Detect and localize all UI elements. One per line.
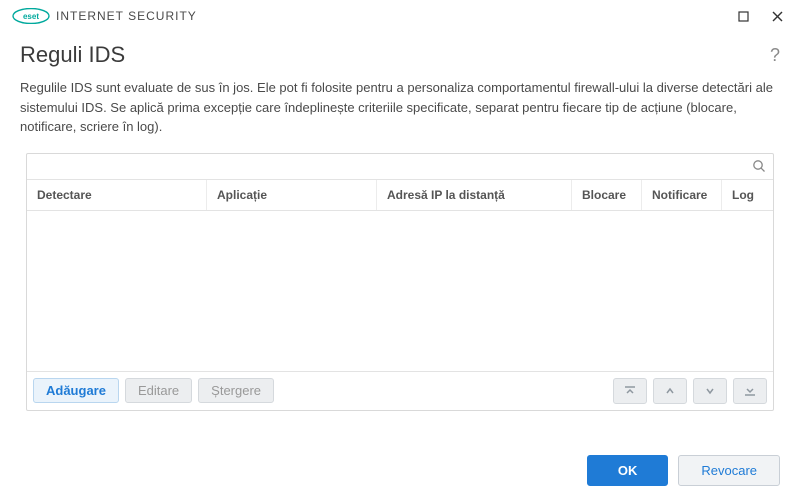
panel-footer: Adăugare Editare Ștergere [27,371,773,410]
product-name: INTERNET SECURITY [56,9,197,23]
page-title: Reguli IDS [20,42,125,68]
help-icon[interactable]: ? [770,45,780,66]
move-up-button[interactable] [653,378,687,404]
column-header-detect[interactable]: Detectare [27,180,207,210]
search-input[interactable] [27,159,745,173]
move-down-button[interactable] [693,378,727,404]
edit-button: Editare [125,378,192,403]
brand: eset INTERNET SECURITY [12,8,197,24]
svg-text:eset: eset [23,12,39,21]
ok-button[interactable]: OK [587,455,669,486]
column-header-log[interactable]: Log [722,180,773,210]
move-top-button[interactable] [613,378,647,404]
table-header: Detectare Aplicație Adresă IP la distanț… [27,180,773,211]
move-bottom-button[interactable] [733,378,767,404]
search-icon[interactable] [745,159,773,173]
cancel-button[interactable]: Revocare [678,455,780,486]
dialog-footer: OK Revocare [587,455,780,486]
add-button[interactable]: Adăugare [33,378,119,403]
rules-panel: Detectare Aplicație Adresă IP la distanț… [26,153,774,411]
brand-logo-icon: eset [12,8,50,24]
page-description: Regulile IDS sunt evaluate de sus în jos… [20,78,780,137]
delete-button: Ștergere [198,378,274,403]
column-header-addr[interactable]: Adresă IP la distanță [377,180,572,210]
search-row [27,154,773,180]
titlebar: eset INTERNET SECURITY [0,0,800,32]
window-close-button[interactable] [760,4,794,28]
content: Reguli IDS ? Regulile IDS sunt evaluate … [0,32,800,411]
table-body [27,211,773,371]
column-header-app[interactable]: Aplicație [207,180,377,210]
window-maximize-button[interactable] [726,4,760,28]
column-header-notif[interactable]: Notificare [642,180,722,210]
column-header-block[interactable]: Blocare [572,180,642,210]
